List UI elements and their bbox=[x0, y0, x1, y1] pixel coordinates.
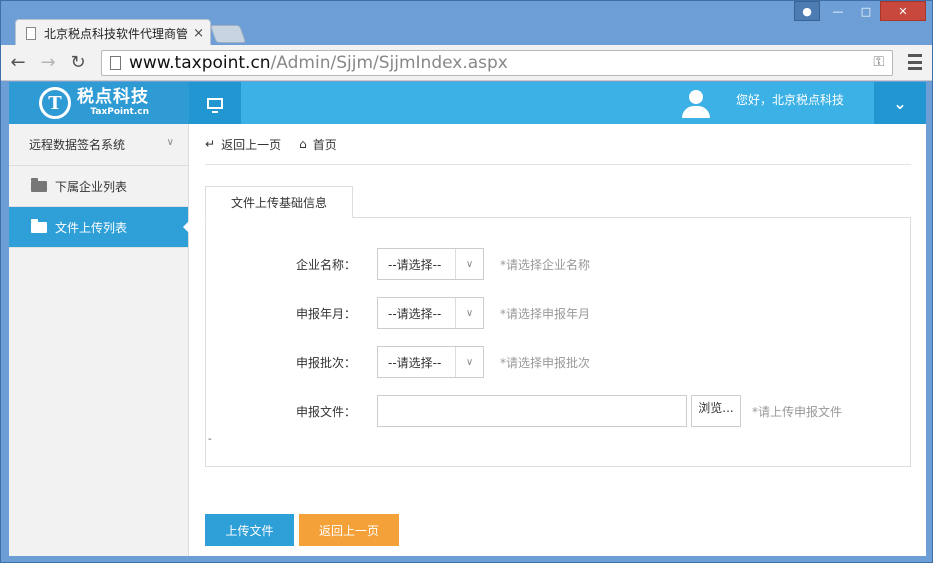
company-hint: *请选择企业名称 bbox=[500, 258, 591, 272]
browser-tab[interactable]: 北京税点科技软件代理商管 × bbox=[15, 19, 211, 46]
sidebar: 远程数据签名系统 ∨ 下属企业列表 文件上传列表 bbox=[9, 124, 189, 556]
chevron-down-icon[interactable]: ⌄ bbox=[874, 82, 926, 124]
batch-select[interactable]: --请选择-- ∨ bbox=[377, 346, 484, 378]
tab-file-upload-info[interactable]: 文件上传基础信息 bbox=[205, 186, 353, 218]
back-arrow-icon[interactable]: ← bbox=[5, 50, 31, 76]
form-panel: 企业名称： --请选择-- ∨ *请选择企业名称 申报年月： --请选择-- ∨… bbox=[205, 217, 911, 467]
title-bar: 北京税点科技软件代理商管 × ● — □ ✕ bbox=[1, 1, 932, 46]
page-viewport: T 税点科技 TaxPoint.cn 您好，北京税点科技 ⌄ 远程数据签名系统 … bbox=[9, 82, 926, 556]
window-controls: ● — □ ✕ bbox=[794, 1, 926, 21]
file-path-input[interactable] bbox=[377, 395, 687, 427]
file-row: 申报文件： 浏览... *请上传申报文件 bbox=[206, 395, 906, 427]
logo[interactable]: T 税点科技 TaxPoint.cn bbox=[9, 82, 189, 124]
batch-select-value: --请选择-- bbox=[388, 355, 442, 370]
url-host: www.taxpoint.cn bbox=[129, 53, 271, 73]
key-icon[interactable]: ⚿ bbox=[873, 54, 884, 70]
month-row: 申报年月： --请选择-- ∨ *请选择申报年月 bbox=[206, 297, 906, 329]
company-label: 企业名称： bbox=[295, 258, 356, 272]
batch-row: 申报批次： --请选择-- ∨ *请选择申报批次 bbox=[206, 346, 906, 378]
sidebar-item-label: 文件上传列表 bbox=[55, 220, 128, 235]
batch-label: 申报批次： bbox=[295, 356, 356, 370]
main-content: ↵ 返回上一页 ⌂ 首页 文件上传基础信息 企业名称： --请选择-- ∨ *请… bbox=[205, 124, 911, 556]
batch-hint: *请选择申报批次 bbox=[500, 356, 591, 370]
browser-window: 北京税点科技软件代理商管 × ● — □ ✕ ← → ↻ www.taxpoin… bbox=[0, 0, 933, 563]
chevron-down-icon: ∨ bbox=[166, 137, 174, 148]
new-tab-button[interactable] bbox=[209, 25, 247, 43]
chevron-down-icon: ∨ bbox=[455, 249, 483, 279]
breadcrumb-back-label: 返回上一页 bbox=[221, 137, 282, 152]
chevron-down-icon: ∨ bbox=[455, 298, 483, 328]
tab-title: 北京税点科技软件代理商管 bbox=[44, 26, 188, 41]
maximize-icon[interactable]: □ bbox=[852, 1, 880, 21]
sidebar-item-label: 下属企业列表 bbox=[55, 179, 128, 194]
folder-icon bbox=[31, 177, 47, 192]
company-row: 企业名称： --请选择-- ∨ *请选择企业名称 bbox=[206, 248, 906, 280]
window-close-icon[interactable]: ✕ bbox=[880, 1, 926, 21]
back-button[interactable]: 返回上一页 bbox=[299, 514, 399, 546]
breadcrumb-home[interactable]: ⌂ 首页 bbox=[299, 136, 337, 153]
forward-arrow-icon[interactable]: → bbox=[35, 50, 61, 76]
sidebar-group-remote-sign[interactable]: 远程数据签名系统 ∨ bbox=[9, 124, 188, 166]
browser-toolbar: ← → ↻ www.taxpoint.cn/Admin/Sjjm/SjjmInd… bbox=[1, 45, 932, 81]
home-icon: ⌂ bbox=[299, 137, 307, 151]
month-select-value: --请选择-- bbox=[388, 306, 442, 321]
month-select[interactable]: --请选择-- ∨ bbox=[377, 297, 484, 329]
month-hint: *请选择申报年月 bbox=[500, 307, 591, 321]
logo-text-cn: 税点科技 bbox=[77, 87, 149, 107]
profile-icon[interactable]: ● bbox=[794, 1, 820, 21]
minimize-icon[interactable]: — bbox=[824, 1, 852, 21]
address-bar[interactable]: www.taxpoint.cn/Admin/Sjjm/SjjmIndex.asp… bbox=[101, 50, 893, 76]
reload-icon[interactable]: ↻ bbox=[65, 50, 91, 76]
user-avatar-icon bbox=[681, 90, 711, 118]
user-greeting: 您好，北京税点科技 bbox=[736, 93, 845, 107]
return-arrow-icon: ↵ bbox=[205, 137, 216, 151]
stray-dash: - bbox=[208, 434, 212, 445]
company-select[interactable]: --请选择-- ∨ bbox=[377, 248, 484, 280]
upload-file-button[interactable]: 上传文件 bbox=[205, 514, 294, 546]
folder-icon bbox=[31, 218, 47, 233]
url-path: /Admin/Sjjm/SjjmIndex.aspx bbox=[270, 53, 508, 73]
breadcrumb-home-label: 首页 bbox=[312, 137, 337, 152]
file-hint: *请上传申报文件 bbox=[752, 405, 843, 419]
monitor-icon bbox=[207, 97, 223, 113]
tab-close-icon[interactable]: × bbox=[193, 26, 204, 41]
document-icon bbox=[26, 26, 36, 40]
logo-text-en: TaxPoint.cn bbox=[90, 107, 149, 117]
browse-button[interactable]: 浏览... bbox=[691, 395, 741, 427]
monitor-button[interactable] bbox=[189, 82, 241, 124]
month-label: 申报年月： bbox=[295, 307, 356, 321]
company-select-value: --请选择-- bbox=[388, 257, 442, 272]
page-icon bbox=[110, 56, 121, 70]
sidebar-group-label: 远程数据签名系统 bbox=[29, 138, 126, 152]
app-header: T 税点科技 TaxPoint.cn 您好，北京税点科技 ⌄ bbox=[9, 82, 926, 124]
menu-icon[interactable] bbox=[908, 54, 922, 70]
breadcrumb: ↵ 返回上一页 ⌂ 首页 bbox=[205, 124, 911, 165]
sidebar-item-subordinate-companies[interactable]: 下属企业列表 bbox=[9, 166, 188, 207]
breadcrumb-back[interactable]: ↵ 返回上一页 bbox=[205, 136, 281, 153]
file-label: 申报文件： bbox=[295, 405, 356, 419]
logo-mark-icon: T bbox=[39, 87, 71, 119]
chevron-down-icon: ∨ bbox=[455, 347, 483, 377]
sidebar-item-file-upload-list[interactable]: 文件上传列表 bbox=[9, 207, 189, 248]
